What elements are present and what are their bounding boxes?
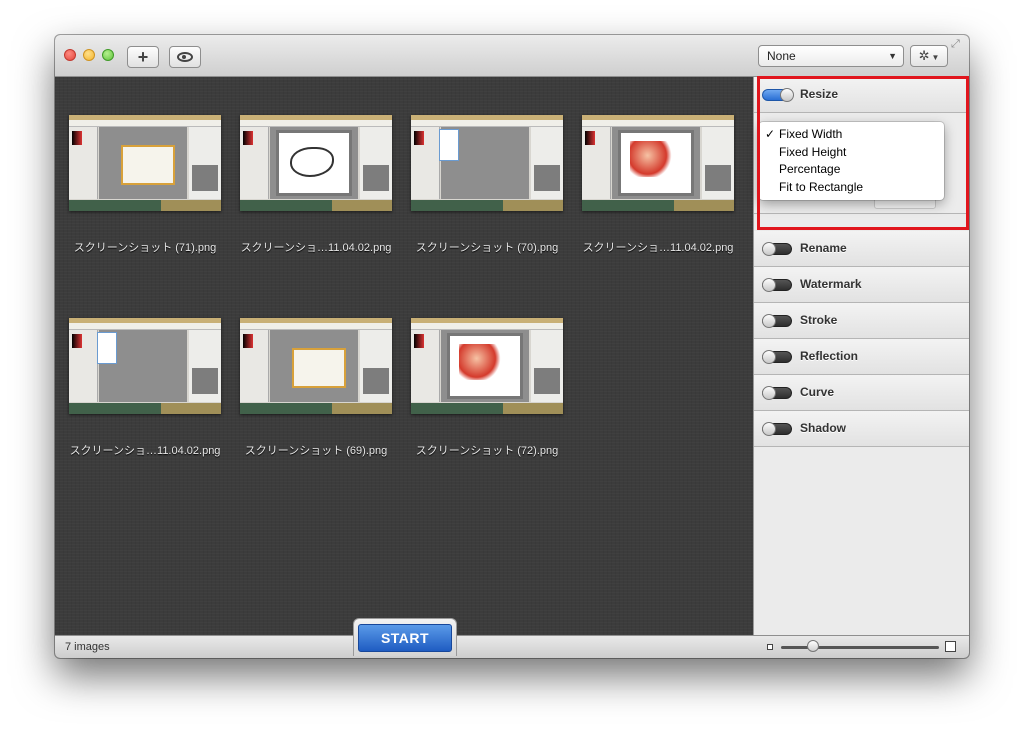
zoom-window-button[interactable] xyxy=(102,49,114,61)
image-thumbnail xyxy=(240,318,392,414)
section-label: Curve xyxy=(800,385,835,399)
image-caption: スクリーンショット (71).png xyxy=(73,242,217,254)
shadow-toggle[interactable] xyxy=(762,422,792,436)
watermark-toggle[interactable] xyxy=(762,278,792,292)
section-label: Rename xyxy=(800,241,847,255)
image-thumbnail xyxy=(240,115,392,211)
section-label: Watermark xyxy=(800,277,862,291)
add-images-button[interactable]: + xyxy=(127,46,159,68)
curve-toggle[interactable] xyxy=(762,386,792,400)
preset-value: None xyxy=(767,49,796,63)
gear-icon: ✲ xyxy=(918,48,930,63)
reflection-toggle[interactable] xyxy=(762,350,792,364)
zoom-large-icon xyxy=(945,641,956,652)
image-thumbnail xyxy=(411,115,563,211)
zoom-small-icon xyxy=(767,644,773,650)
status-bar: 7 images xyxy=(55,635,969,658)
section-curve[interactable]: Curve xyxy=(754,375,969,411)
minimize-window-button[interactable] xyxy=(83,49,95,61)
app-window: + None ▼ ✲ ▼ ⤢ スクリーンショット (71).png スクリーンシ… xyxy=(55,35,969,658)
section-label: Shadow xyxy=(800,421,847,435)
rename-toggle[interactable] xyxy=(762,242,792,256)
start-button-well: START xyxy=(353,618,457,656)
settings-menu-button[interactable]: ✲ ▼ xyxy=(910,45,948,67)
highlight-annotation xyxy=(757,76,969,230)
image-tile[interactable]: スクリーンショット (69).png xyxy=(236,318,396,458)
chevron-down-icon: ▼ xyxy=(888,51,897,61)
image-grid: スクリーンショット (71).png スクリーンショ…11.04.02.png … xyxy=(55,77,753,635)
image-thumbnail xyxy=(69,115,221,211)
preset-select[interactable]: None ▼ xyxy=(758,45,904,67)
preview-button[interactable] xyxy=(169,46,201,68)
thumbnail-size-slider[interactable] xyxy=(781,646,939,649)
image-tile[interactable]: スクリーンショット (71).png xyxy=(65,115,225,255)
section-shadow[interactable]: Shadow xyxy=(754,411,969,447)
section-rename[interactable]: Rename xyxy=(754,231,969,267)
image-tile[interactable]: スクリーンショット (72).png xyxy=(407,318,567,458)
section-stroke[interactable]: Stroke xyxy=(754,303,969,339)
image-tile[interactable]: スクリーンショット (70).png xyxy=(407,115,567,255)
fullscreen-icon[interactable]: ⤢ xyxy=(951,38,960,51)
image-tile[interactable]: スクリーンショ…11.04.02.png xyxy=(578,115,738,255)
chevron-down-icon: ▼ xyxy=(931,53,940,62)
image-thumbnail xyxy=(582,115,734,211)
slider-handle[interactable] xyxy=(807,640,819,652)
section-label: Reflection xyxy=(800,349,859,363)
image-caption: スクリーンショ…11.04.02.png xyxy=(240,242,392,254)
stroke-toggle[interactable] xyxy=(762,314,792,328)
eye-icon xyxy=(177,52,193,62)
image-caption: スクリーンショット (69).png xyxy=(244,445,388,457)
image-tile[interactable]: スクリーンショ…11.04.02.png xyxy=(236,115,396,255)
image-caption: スクリーンショット (70).png xyxy=(415,242,559,254)
image-caption: スクリーンショ…11.04.02.png xyxy=(582,242,734,254)
title-bar: + None ▼ ✲ ▼ ⤢ xyxy=(55,35,969,77)
image-count: 7 images xyxy=(65,641,110,653)
close-window-button[interactable] xyxy=(64,49,76,61)
section-watermark[interactable]: Watermark xyxy=(754,267,969,303)
plus-icon: + xyxy=(137,47,149,67)
section-reflection[interactable]: Reflection xyxy=(754,339,969,375)
image-caption: スクリーンショット (72).png xyxy=(415,445,559,457)
image-thumbnail xyxy=(69,318,221,414)
image-tile[interactable]: スクリーンショ…11.04.02.png xyxy=(65,318,225,458)
image-thumbnail xyxy=(411,318,563,414)
image-caption: スクリーンショ…11.04.02.png xyxy=(69,445,221,457)
start-button[interactable]: START xyxy=(358,624,452,652)
section-label: Stroke xyxy=(800,313,838,327)
